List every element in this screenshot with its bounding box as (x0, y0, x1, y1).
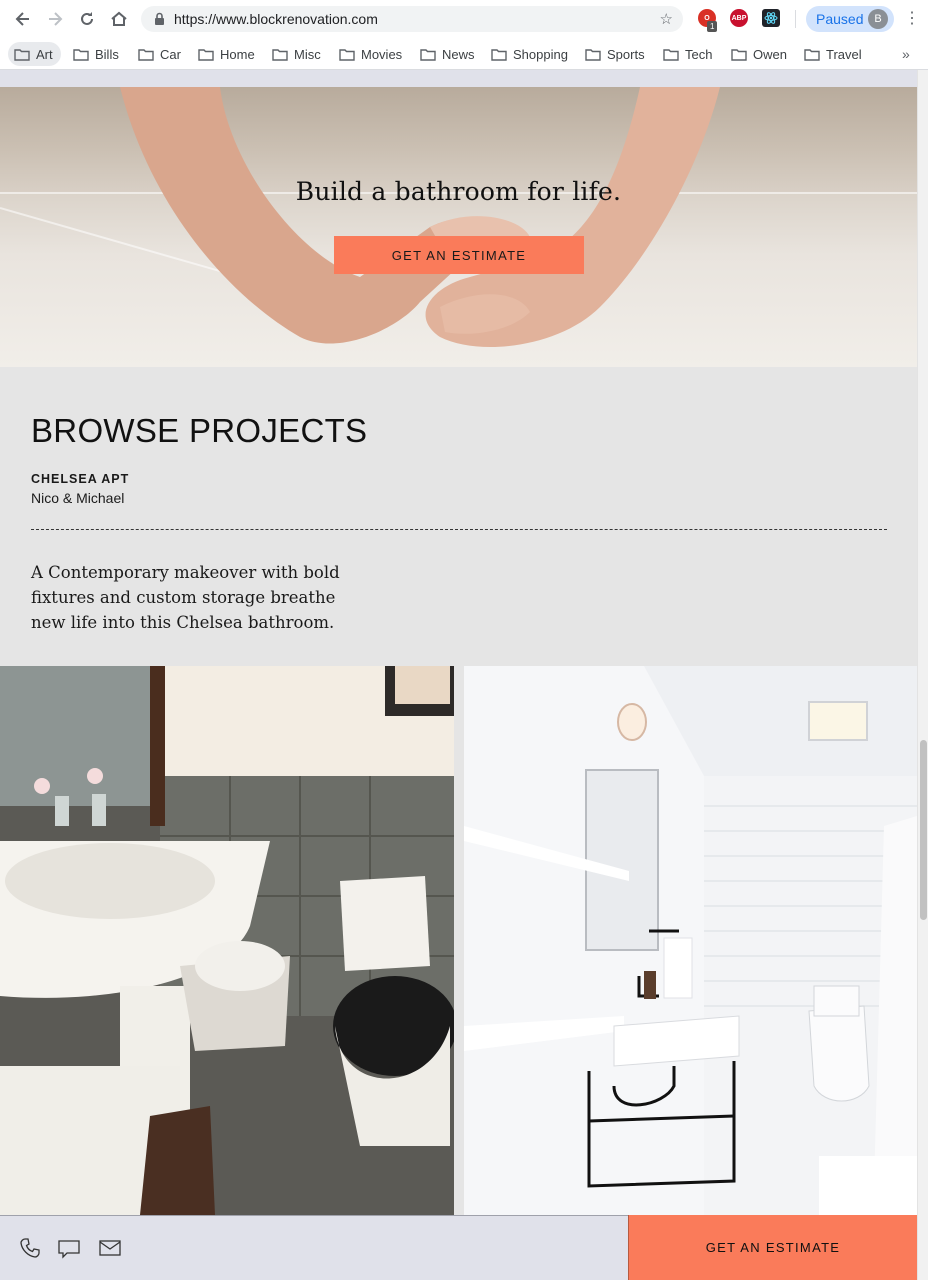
bookmark-label: Movies (361, 46, 403, 62)
bookmark-shopping[interactable]: Shopping (491, 42, 568, 66)
folder-icon (339, 48, 355, 61)
toolbar-divider (795, 10, 796, 28)
bookmark-label: Travel (826, 46, 862, 62)
folder-icon (272, 48, 288, 61)
chat-icon[interactable] (57, 1236, 81, 1260)
project-description: A Contemporary makeover with bold fixtur… (31, 563, 340, 632)
bookmark-art[interactable]: Art (8, 42, 61, 66)
bookmark-label: News (442, 46, 475, 62)
project-owner: Nico & Michael (31, 490, 125, 506)
bookmark-news[interactable]: News (420, 42, 475, 66)
url-text[interactable]: https://www.blockrenovation.com (174, 11, 378, 27)
folder-icon (585, 48, 601, 61)
bookmark-home[interactable]: Home (198, 42, 255, 66)
mail-icon[interactable] (98, 1236, 122, 1260)
project-name: CHELSEA APT (31, 472, 130, 486)
bookmark-travel[interactable]: Travel (804, 42, 862, 66)
folder-icon (731, 48, 747, 61)
bookmark-movies[interactable]: Movies (339, 42, 402, 66)
folder-icon (804, 48, 820, 61)
folder-icon (14, 48, 30, 61)
bathroom-photo-right (464, 666, 917, 1215)
bookmarks-overflow-icon[interactable]: » (902, 46, 910, 62)
bookmark-sports[interactable]: Sports (585, 42, 645, 66)
footer-get-estimate-button[interactable]: GET AN ESTIMATE (628, 1215, 917, 1280)
lock-icon (154, 12, 165, 31)
profile-status: Paused (816, 11, 864, 27)
forward-icon[interactable] (44, 8, 66, 30)
folder-icon (420, 48, 436, 61)
folder-icon (663, 48, 679, 61)
scrollbar-thumb[interactable] (920, 740, 927, 920)
home-icon[interactable] (108, 8, 130, 30)
adblock-icon[interactable]: ABP (730, 9, 748, 27)
hero-banner: Build a bathroom for life. GET AN ESTIMA… (0, 87, 917, 367)
adblock-label: ABP (731, 14, 747, 22)
bookmark-label: Sports (607, 46, 645, 62)
bookmark-owen[interactable]: Owen (731, 42, 787, 66)
sticky-footer: GET AN ESTIMATE (0, 1215, 917, 1280)
bookmark-label: Misc (294, 46, 321, 62)
avatar: B (868, 9, 888, 29)
folder-icon (198, 48, 214, 61)
hero-get-estimate-button[interactable]: GET AN ESTIMATE (334, 236, 584, 274)
bookmark-label: Home (220, 46, 255, 62)
hero-photo (120, 87, 720, 347)
bookmarks-bar: Art Bills Car Home Misc Movies News Shop… (0, 38, 928, 70)
page-content: Build a bathroom for life. GET AN ESTIMA… (0, 70, 917, 1280)
bookmark-bills[interactable]: Bills (73, 42, 119, 66)
bookmark-label: Tech (685, 46, 713, 62)
profile-button[interactable]: Paused B (806, 6, 894, 32)
bookmark-car[interactable]: Car (138, 42, 181, 66)
bookmark-label: Art (36, 46, 53, 62)
folder-icon (73, 48, 89, 61)
reload-icon[interactable] (76, 8, 98, 30)
bookmark-star-icon[interactable]: ☆ (660, 10, 673, 28)
browse-projects-heading: BROWSE PROJECTS (31, 412, 368, 449)
page-top-strip (0, 70, 917, 87)
bookmark-label: Shopping (513, 46, 568, 62)
back-icon[interactable] (12, 8, 34, 30)
folder-icon (491, 48, 507, 61)
browser-toolbar: https://www.blockrenovation.com ☆ O 1 AB… (0, 0, 928, 38)
project-photo-after[interactable] (464, 666, 917, 1215)
browser-menu-icon[interactable]: ⋮ (904, 9, 920, 29)
bathroom-photo-left (0, 666, 454, 1215)
folder-icon (138, 48, 154, 61)
react-devtools-icon[interactable] (762, 9, 780, 27)
phone-icon[interactable] (18, 1236, 42, 1260)
extension-badge: 1 (707, 21, 718, 32)
footer-contact-bar (0, 1215, 628, 1280)
bookmark-label: Car (160, 46, 181, 62)
bookmark-tech[interactable]: Tech (663, 42, 712, 66)
address-bar[interactable]: https://www.blockrenovation.com ☆ (141, 6, 683, 32)
bookmark-label: Bills (95, 46, 119, 62)
project-photo-before[interactable] (0, 666, 454, 1215)
page-scrollbar[interactable] (917, 70, 928, 1280)
bookmark-misc[interactable]: Misc (272, 42, 321, 66)
project-divider (31, 529, 887, 530)
bookmark-label: Owen (753, 46, 787, 62)
hero-title: Build a bathroom for life. (295, 177, 622, 206)
